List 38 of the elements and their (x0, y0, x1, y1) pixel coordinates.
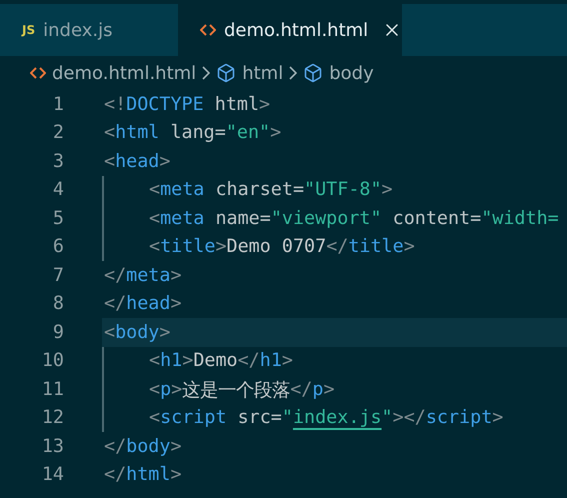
js-icon: JS (22, 23, 36, 37)
code-line: <p>这是一个段落</p> (102, 375, 567, 404)
line-number: 9 (52, 322, 64, 343)
line-number: 6 (52, 236, 64, 258)
code-line: <script src="index.js"></script> (102, 404, 567, 432)
code-line: </meta> (103, 264, 183, 288)
cube-icon (216, 63, 236, 83)
chevron-icon (202, 66, 210, 80)
code-brackets-icon (200, 23, 216, 37)
line-number: 11 (40, 378, 64, 400)
line-number: 12 (40, 407, 64, 428)
line-number: 5 (52, 208, 64, 229)
code-line: <html lang="en"> (103, 121, 282, 146)
line-number: 7 (52, 264, 64, 286)
line-number: 13 (40, 436, 64, 457)
code-line: <title>Demo 0707</title> (102, 232, 567, 261)
chevron-icon (289, 66, 298, 80)
code-brackets-icon (30, 66, 46, 80)
code-line: <head> (103, 150, 172, 174)
breadcrumb-item[interactable]: demo.html.html (52, 62, 196, 84)
breadcrumb-item[interactable]: html (242, 62, 284, 84)
file-tab[interactable]: demo.html.html (178, 4, 402, 56)
code-line: <meta charset="UTF-8"> (102, 176, 567, 204)
code-line: </head> (103, 292, 183, 316)
line-number: 1 (52, 94, 64, 115)
line-number: 8 (52, 293, 64, 314)
code-line: <meta name="viewport" content="width= (102, 204, 567, 232)
breadcrumb-item[interactable]: body (329, 62, 374, 84)
line-number: 3 (52, 150, 64, 172)
line-number: 4 (52, 179, 64, 200)
code-line: <!DOCTYPE html> (103, 92, 272, 117)
cube-icon (303, 63, 324, 83)
code-line: </html> (103, 463, 183, 488)
line-number: 2 (52, 122, 64, 144)
line-number: 10 (40, 350, 64, 372)
line-number: 14 (40, 464, 64, 486)
code-line: </body> (103, 434, 183, 459)
code-line: <h1>Demo</h1> (102, 346, 567, 375)
